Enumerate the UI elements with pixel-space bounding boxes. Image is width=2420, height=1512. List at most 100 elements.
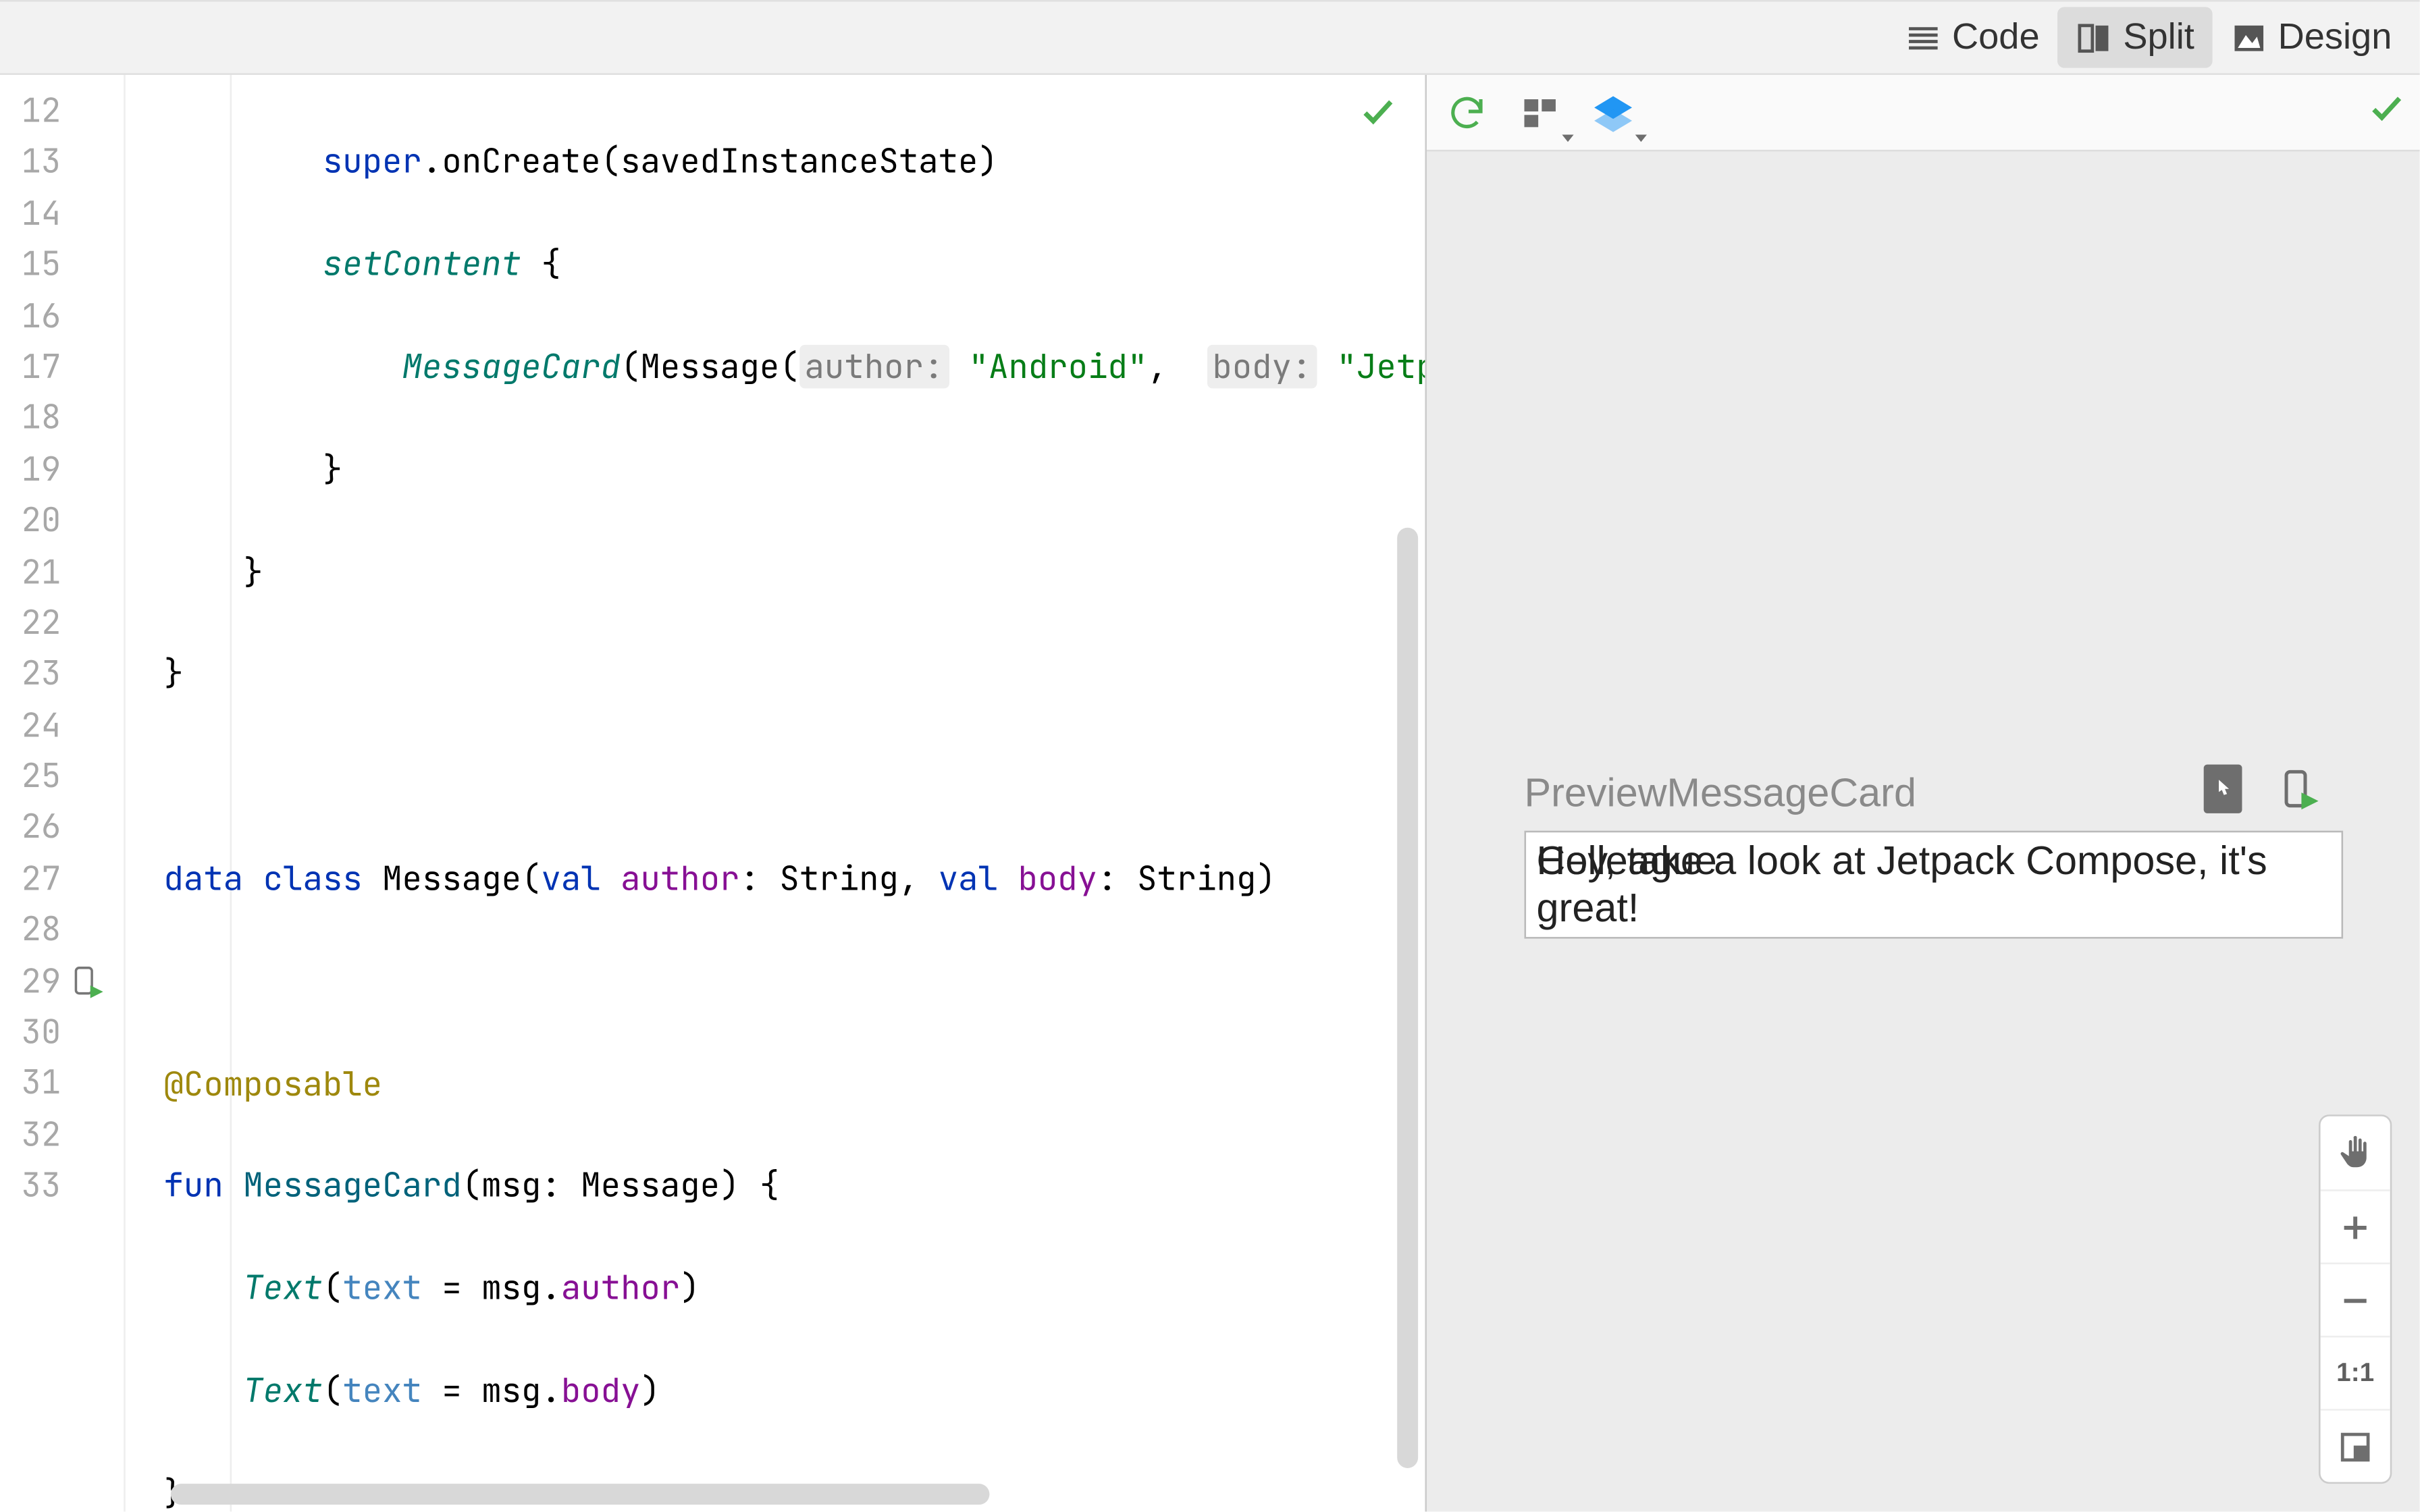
t: MessageCard <box>402 345 621 388</box>
chevron-down-icon <box>1632 128 1650 146</box>
t: (msg: Message) { <box>462 1164 780 1208</box>
deploy-preview-icon[interactable] <box>2273 765 2325 817</box>
line-number: 33 <box>0 1160 113 1212</box>
t: text <box>342 1266 422 1310</box>
line-number: 25 <box>0 751 113 802</box>
view-code-label: Code <box>1952 17 2040 59</box>
gutter: 12 13 14 15 16 17 18 19 20 21 22 23 24 2… <box>0 75 126 1512</box>
preview-action-icons <box>2204 765 2326 817</box>
t: ) <box>680 1266 700 1310</box>
view-design-button[interactable]: Design <box>2212 7 2410 68</box>
preview-toolbar <box>1427 75 2420 152</box>
run-gutter-icon[interactable] <box>68 963 107 1015</box>
t: class <box>263 857 363 900</box>
line-number: 24 <box>0 699 113 751</box>
t <box>1317 345 1336 388</box>
t: } <box>243 549 263 593</box>
t: "Jetpack Co <box>1337 345 1425 388</box>
line-number: 17 <box>0 342 113 393</box>
param-hint: author: <box>799 345 949 388</box>
preview-render: Colleague Hey, take a look at Jetpack Co… <box>1525 831 2344 939</box>
preview-text-author: Colleague <box>1537 838 1717 885</box>
line-number: 18 <box>0 392 113 443</box>
t <box>601 857 621 900</box>
line-number: 21 <box>0 546 113 597</box>
editor-vertical-scrollbar[interactable] <box>1397 528 1418 1468</box>
view-code-button[interactable]: Code <box>1886 7 2057 68</box>
t: data <box>164 857 244 900</box>
t: ( <box>323 1266 342 1310</box>
t: } <box>164 652 184 696</box>
t: MessageCard <box>243 1164 462 1208</box>
surface-selector-button[interactable] <box>1514 86 1566 138</box>
zoom-11-label: 1:1 <box>2336 1358 2374 1388</box>
line-number: 26 <box>0 802 113 853</box>
t: fun <box>164 1164 223 1208</box>
line-number: 13 <box>0 136 113 188</box>
t: .onCreate(savedInstanceState) <box>422 140 998 184</box>
code-area[interactable]: super.onCreate(savedInstanceState) setCo… <box>126 75 1425 1512</box>
line-number: 29 <box>0 955 113 1006</box>
preview-ok-icon[interactable] <box>2367 89 2406 136</box>
list-icon <box>1903 18 1942 57</box>
t: body <box>561 1369 641 1413</box>
t <box>949 345 968 388</box>
t: val <box>939 857 998 900</box>
t: = msg. <box>422 1266 561 1310</box>
t: ) <box>641 1369 660 1413</box>
zoom-in-button[interactable] <box>2321 1189 2390 1262</box>
t: = msg. <box>422 1369 561 1413</box>
line-number: 19 <box>0 443 113 495</box>
pan-tool-button[interactable] <box>2321 1116 2390 1189</box>
line-number: 22 <box>0 597 113 649</box>
split-icon <box>2074 18 2113 57</box>
line-number: 15 <box>0 239 113 290</box>
line-number: 20 <box>0 495 113 546</box>
line-number: 32 <box>0 1109 113 1160</box>
t: , <box>1147 345 1207 388</box>
line-number: 16 <box>0 290 113 342</box>
zoom-fit-button[interactable] <box>2321 1409 2390 1482</box>
line-number: 27 <box>0 853 113 905</box>
layers-button[interactable] <box>1587 86 1639 138</box>
t: Text <box>243 1369 323 1413</box>
line-number: 31 <box>0 1058 113 1109</box>
inspection-ok-icon[interactable] <box>1359 92 1397 140</box>
t <box>243 857 263 900</box>
t: text <box>342 1369 422 1413</box>
image-icon <box>2229 18 2267 57</box>
interactive-preview-icon[interactable] <box>2204 765 2242 813</box>
line-number: 14 <box>0 188 113 239</box>
line-number: 12 <box>0 85 113 136</box>
editor-horizontal-scrollbar[interactable] <box>171 1484 990 1505</box>
t: : String) <box>1097 857 1276 900</box>
param-hint: body: <box>1207 345 1317 388</box>
zoom-controls: 1:1 <box>2319 1114 2392 1484</box>
t: super <box>323 140 422 184</box>
view-mode-toolbar: Code Split Design <box>0 0 2420 75</box>
t <box>998 857 1018 900</box>
t: "Android" <box>969 345 1148 388</box>
t <box>223 1164 243 1208</box>
t: @Composable <box>164 1062 383 1106</box>
preview-canvas[interactable]: PreviewMessageCard Colleague Hey, take a… <box>1427 151 2420 1511</box>
t: author <box>561 1266 680 1310</box>
view-split-button[interactable]: Split <box>2057 7 2211 68</box>
ide-window: Code Split Design 12 13 14 15 16 17 18 1… <box>0 0 2420 1511</box>
view-design-label: Design <box>2278 17 2392 59</box>
t: (Message( <box>621 345 799 388</box>
view-split-label: Split <box>2123 17 2194 59</box>
main-area: 12 13 14 15 16 17 18 19 20 21 22 23 24 2… <box>0 75 2420 1512</box>
chevron-down-icon <box>1559 128 1577 146</box>
preview-composable-name: PreviewMessageCard <box>1525 770 1916 817</box>
code-editor[interactable]: 12 13 14 15 16 17 18 19 20 21 22 23 24 2… <box>0 75 1425 1512</box>
refresh-preview-button[interactable] <box>1441 86 1493 138</box>
zoom-actual-button[interactable]: 1:1 <box>2321 1336 2390 1409</box>
line-number: 28 <box>0 905 113 956</box>
t: Text <box>243 1266 323 1310</box>
t: author <box>621 857 739 900</box>
line-number: 23 <box>0 649 113 700</box>
t: body <box>1018 857 1097 900</box>
zoom-out-button[interactable] <box>2321 1263 2390 1336</box>
t: val <box>541 857 600 900</box>
